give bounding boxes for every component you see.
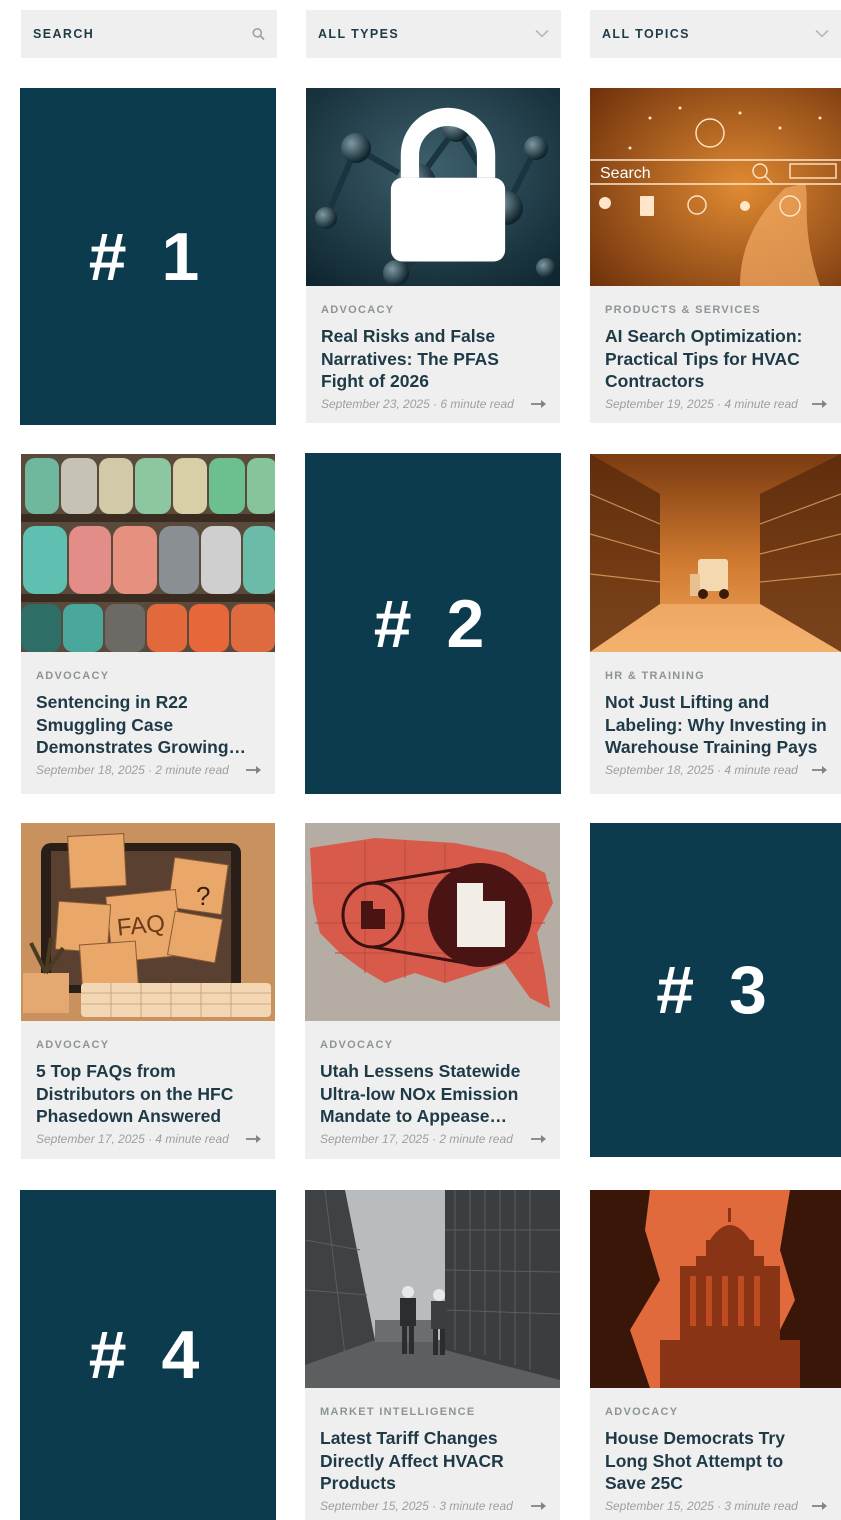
article-title[interactable]: Sentencing in R22 Smuggling Case Demonst… [36, 691, 261, 759]
article-card[interactable]: ADVOCACY Real Risks and False Narratives… [306, 88, 560, 423]
article-meta: September 15, 2025 · 3 minute read [320, 1499, 513, 1513]
chevron-down-icon [535, 29, 549, 39]
article-thumbnail [21, 454, 275, 652]
ad-slot-3[interactable]: # 3 [590, 823, 841, 1157]
search-input[interactable]: SEARCH [21, 10, 277, 58]
article-category: ADVOCACY [321, 304, 395, 316]
ad-slot-1[interactable]: # 1 [20, 88, 276, 425]
lock-icon [390, 107, 506, 262]
article-title[interactable]: 5 Top FAQs from Distributors on the HFC … [36, 1060, 261, 1128]
article-title[interactable]: AI Search Optimization: Practical Tips f… [605, 325, 827, 393]
article-meta: September 18, 2025 · 2 minute read [36, 763, 229, 777]
article-thumbnail [305, 823, 560, 1021]
arrow-right-icon[interactable] [246, 1134, 261, 1144]
article-thumbnail [305, 1190, 560, 1388]
article-category: MARKET INTELLIGENCE [320, 1406, 476, 1418]
chevron-down-icon [815, 29, 829, 39]
article-thumbnail: Search [590, 88, 841, 286]
article-meta: September 15, 2025 · 3 minute read [605, 1499, 798, 1513]
article-card[interactable]: Search PRODUCTS & SERVICES AI Search Opt… [590, 88, 841, 423]
article-category: ADVOCACY [605, 1406, 679, 1418]
article-title[interactable]: Real Risks and False Narratives: The PFA… [321, 325, 546, 393]
article-category: HR & TRAINING [605, 670, 706, 682]
ad-slot-label: # 3 [656, 952, 775, 1028]
topic-select-value: ALL TOPICS [602, 27, 690, 41]
article-category: PRODUCTS & SERVICES [605, 304, 761, 316]
article-thumbnail [590, 1190, 841, 1388]
topic-select[interactable]: ALL TOPICS [590, 10, 841, 58]
arrow-right-icon[interactable] [812, 765, 827, 775]
arrow-right-icon[interactable] [812, 399, 827, 409]
ad-slot-label: # 4 [88, 1317, 208, 1393]
type-select-value: ALL TYPES [318, 27, 400, 41]
article-thumbnail: FAQ ? [21, 823, 275, 1021]
search-icon[interactable] [252, 28, 265, 41]
type-select[interactable]: ALL TYPES [306, 10, 561, 58]
faq-note-text: FAQ [116, 910, 167, 942]
article-card[interactable]: ADVOCACY Utah Lessens Statewide Ultra-lo… [305, 823, 560, 1159]
article-title[interactable]: Not Just Lifting and Labeling: Why Inves… [605, 691, 827, 759]
search-placeholder: SEARCH [33, 27, 95, 41]
article-card[interactable]: ADVOCACY House Democrats Try Long Shot A… [590, 1190, 841, 1520]
article-meta: September 17, 2025 · 2 minute read [320, 1132, 513, 1146]
article-category: ADVOCACY [36, 1039, 110, 1051]
svg-text:?: ? [196, 881, 210, 911]
arrow-right-icon[interactable] [531, 399, 546, 409]
arrow-right-icon[interactable] [246, 765, 261, 775]
article-category: ADVOCACY [36, 670, 110, 682]
article-meta: September 17, 2025 · 4 minute read [36, 1132, 229, 1146]
image-search-text: Search [600, 165, 651, 182]
ad-slot-2[interactable]: # 2 [305, 453, 561, 794]
article-card[interactable]: HR & TRAINING Not Just Lifting and Label… [590, 454, 841, 794]
arrow-right-icon[interactable] [531, 1134, 546, 1144]
article-thumbnail [306, 88, 560, 286]
arrow-right-icon[interactable] [531, 1501, 546, 1511]
arrow-right-icon[interactable] [812, 1501, 827, 1511]
ad-slot-label: # 2 [373, 585, 493, 662]
article-thumbnail [590, 454, 841, 652]
article-meta: September 19, 2025 · 4 minute read [605, 397, 798, 411]
article-meta: September 18, 2025 · 4 minute read [605, 763, 798, 777]
ad-slot-label: # 1 [88, 218, 208, 295]
article-title[interactable]: Utah Lessens Statewide Ultra-low NOx Emi… [320, 1060, 546, 1128]
ad-slot-4[interactable]: # 4 [20, 1190, 276, 1520]
article-card[interactable]: ADVOCACY Sentencing in R22 Smuggling Cas… [21, 454, 275, 794]
article-title[interactable]: House Democrats Try Long Shot Attempt to… [605, 1427, 827, 1495]
article-title[interactable]: Latest Tariff Changes Directly Affect HV… [320, 1427, 546, 1495]
article-meta: September 23, 2025 · 6 minute read [321, 397, 514, 411]
article-card[interactable]: MARKET INTELLIGENCE Latest Tariff Change… [305, 1190, 560, 1520]
article-category: ADVOCACY [320, 1039, 394, 1051]
article-card[interactable]: FAQ ? ADVOCACY 5 Top FAQs from Distribut… [21, 823, 275, 1159]
